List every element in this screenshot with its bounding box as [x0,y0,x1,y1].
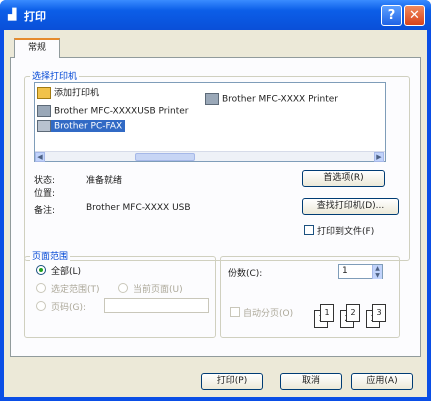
page-range-current-label: 当前页面(U) [133,285,183,295]
page-range-selection-radio[interactable] [36,283,46,293]
comment-label: 备注: [34,206,56,216]
help-button[interactable]: ? [381,5,402,26]
printer-icon [205,93,219,105]
print-to-file-label: 打印到文件(F) [317,227,375,237]
page-range-selection-label: 选定范围(T) [51,285,100,295]
page-range-pages-radio[interactable] [36,301,46,311]
copies-stepper[interactable]: 1 ▲ ▼ [338,264,383,279]
printer-item-add[interactable]: 添加打印机 [37,87,99,99]
location-label: 位置: [34,189,56,199]
printer-item-mfc[interactable]: Brother MFC-XXXX Printer [205,93,338,105]
page-range-current-radio[interactable] [118,283,128,293]
print-button[interactable]: 打印(P) [201,373,263,390]
status-label: 状态: [34,176,56,186]
printer-item-usb[interactable]: Brother MFC-XXXXUSB Printer [37,105,188,117]
copies-spin-arrows-icon[interactable]: ▲ ▼ [372,265,382,279]
close-button[interactable]: ✕ [404,5,425,26]
collate-checkbox[interactable] [230,307,240,317]
printer-item-label: Brother PC-FAX [54,121,123,132]
printer-item-label: Brother MFC-XXXXUSB Printer [54,106,189,117]
collate-page-icon: 2 [346,304,360,322]
printer-item-pcfax[interactable]: Brother PC-FAX [37,120,126,132]
copies-value: 1 [342,266,348,276]
window-title: 打印 [24,10,46,23]
select-printer-group-label: 选择打印机 [30,69,80,82]
scroll-right-arrow-icon[interactable]: ▶ [374,152,384,162]
print-to-file-checkbox[interactable] [304,225,314,235]
comment-value: Brother MFC-XXXX USB [86,203,191,213]
printer-icon: ▟ [8,8,17,21]
cancel-button[interactable]: 取消 [280,373,342,390]
status-value: 准备就绪 [86,176,123,186]
page-range-pages-label: 页码(G): [51,303,87,313]
printer-item-label: 添加打印机 [54,88,100,99]
find-printer-button[interactable]: 查找打印机(D)... [302,198,399,215]
scroll-thumb[interactable] [135,153,195,161]
printer-item-label: Brother MFC-XXXX Printer [222,94,339,105]
printer-list-hscrollbar[interactable]: ◀ ▶ [35,151,385,162]
tab-general[interactable]: 常规 [14,38,60,58]
fax-printer-icon [37,120,51,132]
collate-page-icon: 3 [372,304,386,322]
page-range-all-label: 全部(L) [51,267,82,277]
printer-list[interactable]: 添加打印机 Brother MFC-XXXXUSB Printer Brothe… [34,82,386,162]
collate-label: 自动分页(O) [243,309,294,319]
printer-icon [37,105,51,117]
apply-button[interactable]: 应用(A) [351,373,413,390]
add-printer-icon [37,87,51,99]
collate-page-icon: 1 [320,304,334,322]
page-range-all-radio[interactable] [36,265,46,275]
copies-label: 份数(C): [228,269,263,279]
page-range-pages-input[interactable] [104,298,209,313]
page-range-group-label: 页面范围 [30,249,71,262]
title-bar[interactable] [0,0,431,30]
scroll-left-arrow-icon[interactable]: ◀ [35,152,45,162]
preferences-button[interactable]: 首选项(R) [302,170,385,187]
